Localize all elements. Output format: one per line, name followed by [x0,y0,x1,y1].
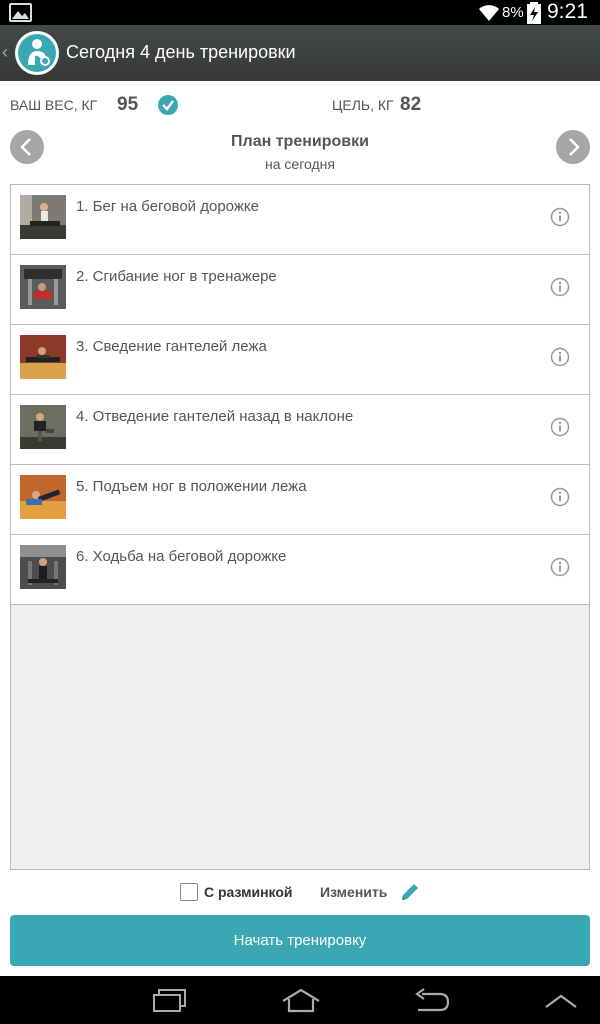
warmup-checkbox[interactable] [180,883,198,901]
exercise-thumbnail [20,545,66,589]
info-icon[interactable] [550,557,570,577]
exercise-item-2[interactable]: 2. Сгибание ног в тренажере [11,255,589,325]
current-weight-label: ВАШ ВЕС, КГ [10,97,98,113]
system-nav-bar [0,976,600,1024]
battery-percent: 8% [502,4,524,21]
goal-weight-label: ЦЕЛЬ, КГ [332,97,394,113]
exercise-item-4[interactable]: 4. Отведение гантелей назад в наклоне [11,395,589,465]
plan-header: План тренировки на сегодня [0,128,600,176]
action-bar: ‹ Сегодня 4 день тренировки [0,25,600,81]
info-icon[interactable] [550,417,570,437]
exercise-list[interactable]: 1. Бег на беговой дорожке 2. Сгибание но… [10,184,590,870]
exercise-item-5[interactable]: 5. Подъем ног в положении лежа [11,465,589,535]
chevron-right-icon [569,138,580,156]
pencil-icon[interactable] [399,881,421,903]
info-icon[interactable] [550,207,570,227]
edit-button[interactable]: Изменить [320,884,387,900]
goal-weight-value: 82 [400,94,422,115]
exercise-name: 4. Отведение гантелей назад в наклоне [76,408,354,425]
app-logo-icon[interactable] [15,31,59,75]
home-icon[interactable] [280,988,322,1014]
exercise-thumbnail [20,475,66,519]
exercise-item-1[interactable]: 1. Бег на беговой дорожке [11,185,589,255]
exercise-name: 6. Ходьба на беговой дорожке [76,548,287,565]
battery-charging-icon [527,2,541,24]
warmup-label[interactable]: С разминкой [204,884,293,900]
back-chevron-icon[interactable]: ‹ [2,42,8,63]
exercise-name: 1. Бег на беговой дорожке [76,198,259,215]
weight-row: ВАШ ВЕС, КГ 95 ЦЕЛЬ, КГ 82 [0,88,600,124]
status-bar: 8% 9:21 [0,0,600,25]
plan-subtitle: на сегодня [265,156,335,172]
current-weight-value[interactable]: 95 [117,94,138,116]
exercise-thumbnail [20,335,66,379]
info-icon[interactable] [550,347,570,367]
back-icon[interactable] [410,988,452,1014]
start-workout-button[interactable]: Начать тренировку [10,915,590,966]
info-icon[interactable] [550,277,570,297]
exercise-item-3[interactable]: 3. Сведение гантелей лежа [11,325,589,395]
exercise-item-6[interactable]: 6. Ходьба на беговой дорожке [11,535,589,605]
next-day-button[interactable] [556,130,590,164]
clock: 9:21 [547,0,588,23]
plan-title: План тренировки [231,133,369,150]
gallery-icon [9,3,32,22]
check-icon[interactable] [158,95,178,115]
exercise-name: 5. Подъем ног в положении лежа [76,478,307,495]
wifi-icon [479,5,499,21]
exercise-thumbnail [20,265,66,309]
options-row: С разминкой Изменить [0,878,600,908]
screen-title: Сегодня 4 день тренировки [66,42,296,62]
info-icon[interactable] [550,487,570,507]
recent-apps-icon[interactable] [150,988,190,1014]
exercise-thumbnail [20,405,66,449]
exercise-thumbnail [20,195,66,239]
exercise-name: 3. Сведение гантелей лежа [76,338,267,355]
chevron-up-icon[interactable] [544,992,578,1010]
exercise-name: 2. Сгибание ног в тренажере [76,268,277,285]
